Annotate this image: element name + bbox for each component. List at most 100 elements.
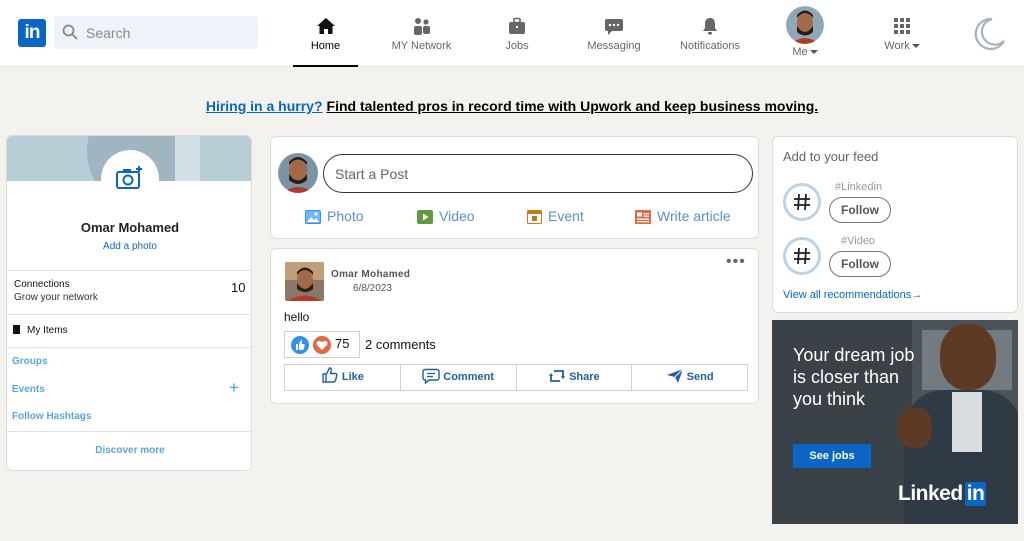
nav-jobs[interactable]: Jobs [490,0,544,67]
follow-button[interactable]: Follow [829,197,891,223]
write-article-button[interactable]: Write article [635,208,731,224]
home-icon [316,18,335,34]
avatar [786,6,824,44]
comments-count[interactable]: 2 comments [365,337,436,352]
profile-photo[interactable] [101,150,159,208]
nav-work[interactable]: Work [880,0,924,67]
events-link[interactable]: Events [12,384,45,395]
connections-label[interactable]: Connections [14,279,70,290]
like-button[interactable]: Like [284,364,401,391]
ad-person-shirt [952,392,982,452]
profile-name[interactable]: Omar Mohamed [7,220,251,235]
comment-icon [422,368,440,385]
nav-my-network[interactable]: MY Network [384,0,459,67]
search-bar [54,16,258,49]
add-to-feed-card: Add to your feed #Linkedin Follow #Video… [772,136,1018,313]
article-icon [635,210,651,224]
nav-my-network-label: MY Network [391,40,452,52]
nav-work-label: Work [884,40,910,52]
share-icon [549,370,566,382]
like-label: Like [341,371,364,383]
post-composer: Photo Video Event Write article [270,136,759,239]
reactions-summary[interactable]: 75 [284,331,360,358]
nav-notifications[interactable]: Notifications [678,0,742,67]
video-button[interactable]: Video [417,208,475,224]
divider [7,431,251,432]
post-actions: Like Comment Share Send [284,364,748,391]
linkedin-logo[interactable]: in [18,19,46,47]
nav-messaging-label: Messaging [587,40,641,52]
nav-home[interactable]: Home [293,0,358,67]
camera-icon [116,166,142,189]
connections-count: 10 [231,280,246,295]
add-to-feed-title: Add to your feed [783,149,879,164]
write-article-label: Write article [657,208,731,224]
jobs-advertisement[interactable]: Your dream job is closer than you think … [772,320,1018,524]
chevron-down-icon [911,44,920,49]
divider [7,347,251,348]
video-icon [417,210,433,224]
hiring-link[interactable]: Hiring in a hurry? [206,98,323,114]
love-reaction-icon [313,336,331,354]
hashtag-icon [783,237,821,275]
view-all-label: View all recommendations [783,289,912,301]
search-icon [62,24,78,40]
send-icon [666,368,684,383]
add-photo-link[interactable]: Add a photo [7,241,251,252]
view-all-recommendations-link[interactable]: View all recommendations→ [783,289,922,301]
divider [7,314,251,315]
send-button[interactable]: Send [631,364,748,391]
nav-messaging[interactable]: Messaging [584,0,644,67]
nav-jobs-label: Jobs [505,40,529,52]
ad-person-hand [898,408,932,448]
thumbs-up-icon [322,367,338,383]
my-items[interactable]: My Items [13,325,68,336]
discover-more-link[interactable]: Discover more [7,445,251,456]
share-button[interactable]: Share [515,364,633,391]
photo-button[interactable]: Photo [305,208,364,224]
post-text: hello [284,310,310,324]
post-author-avatar[interactable] [285,262,324,301]
promo-banner: Hiring in a hurry? Find talented pros in … [0,98,1024,114]
photo-label: Photo [327,208,364,224]
linkedin-ad-logo: Linked in [898,482,987,506]
grid-icon [894,18,910,34]
nav-notifications-label: Notifications [680,40,740,52]
groups-link[interactable]: Groups [12,356,48,367]
see-jobs-button[interactable]: See jobs [793,444,871,468]
chevron-down-icon [809,50,818,55]
calendar-icon [527,210,542,224]
nav-me[interactable]: Me [780,0,830,67]
reaction-count: 75 [335,336,350,351]
send-label: Send [686,371,714,383]
profile-card: Omar Mohamed Add a photo Connections Gro… [6,135,252,471]
follow-hashtags-link[interactable]: Follow Hashtags [12,411,91,422]
hashtag-name[interactable]: #Linkedin [835,181,882,193]
grow-network-label[interactable]: Grow your network [14,292,98,303]
nav-me-label: Me [792,46,808,58]
add-event-icon[interactable]: + [229,379,239,396]
hashtag-name[interactable]: #Video [841,235,875,247]
like-reaction-icon [291,336,309,354]
ad-headline: Your dream job is closer than you think [793,345,915,409]
ad-brand: Linked [898,482,963,505]
briefcase-icon [509,17,525,34]
event-button[interactable]: Event [527,208,584,224]
comment-label: Comment [443,371,494,383]
my-items-label: My Items [27,325,68,336]
avatar [278,153,318,193]
nav-home-label: Home [310,40,341,52]
promo-text[interactable]: Find talented pros in record time with U… [327,98,819,114]
moon-icon[interactable] [972,17,1006,51]
follow-button[interactable]: Follow [829,251,891,277]
ad-brand-box: in [964,482,987,506]
share-label: Share [569,371,600,383]
search-input[interactable] [86,16,251,49]
start-post-input[interactable] [323,154,753,193]
ad-person-head [940,324,996,390]
feed-post: Omar Mohamed 6/8/2023 ••• hello 75 2 com… [270,248,759,404]
post-author-name[interactable]: Omar Mohamed [331,269,410,280]
comment-button[interactable]: Comment [399,364,517,391]
more-options-icon[interactable]: ••• [726,253,746,271]
arrow-right-icon: → [911,289,923,301]
